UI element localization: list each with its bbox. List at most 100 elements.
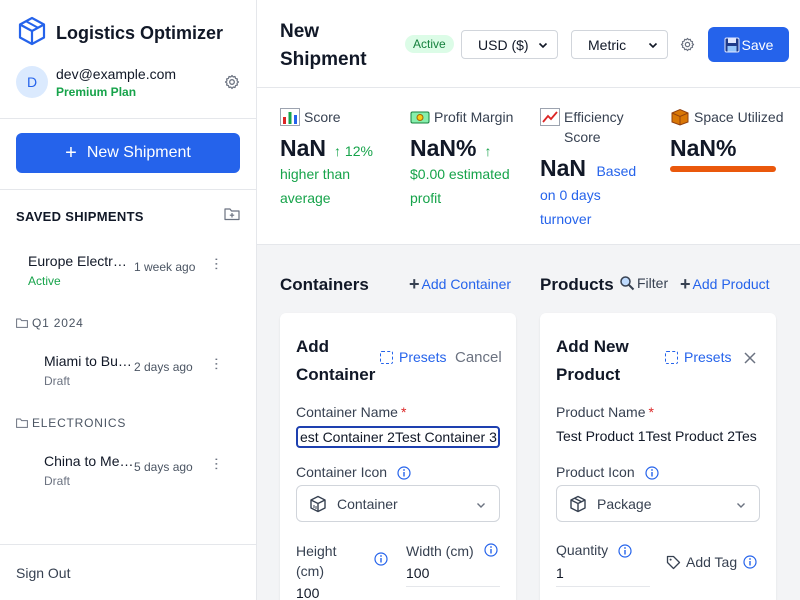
info-icon[interactable]: [743, 555, 757, 569]
add-product-button[interactable]: + Add Product: [680, 275, 770, 293]
quantity-label: Quantity: [556, 542, 632, 558]
sidebar: Logistics Optimizer D dev@example.com Pr…: [0, 0, 257, 600]
products-heading: Products: [540, 275, 614, 294]
folder-q1-2024[interactable]: Q1 2024: [16, 316, 84, 330]
shipment-name: China to Me…: [44, 453, 134, 469]
shipment-item[interactable]: China to Me… Draft 5 days ago ⋯: [44, 453, 274, 493]
container-icon-select[interactable]: Container: [296, 485, 500, 522]
plus-icon: +: [680, 274, 691, 294]
info-icon[interactable]: [618, 544, 632, 558]
settings-gear-icon[interactable]: [224, 74, 240, 95]
container-name-label: Container Name *: [296, 404, 406, 420]
divider: [0, 544, 256, 545]
filter-button[interactable]: Filter: [619, 275, 668, 291]
add-tag-label: Add Tag: [686, 554, 738, 570]
folder-electronics[interactable]: ELECTRONICS: [16, 416, 126, 430]
more-options-icon[interactable]: ⋯: [209, 357, 225, 371]
container-name-label-text: Container Name: [296, 404, 398, 420]
shipment-time: 1 week ago: [134, 260, 196, 274]
close-icon[interactable]: [743, 351, 757, 365]
required-marker: *: [648, 404, 654, 420]
required-marker: *: [400, 404, 407, 420]
height-label: Height (cm): [296, 543, 337, 579]
divider: [0, 189, 256, 190]
info-icon[interactable]: [484, 543, 498, 557]
height-input[interactable]: 100: [296, 585, 390, 600]
info-icon[interactable]: [397, 466, 411, 480]
more-options-icon[interactable]: ⋯: [209, 457, 225, 471]
presets-label: Presets: [684, 349, 732, 365]
quantity-input[interactable]: 1: [556, 565, 650, 587]
width-input[interactable]: 100: [406, 565, 500, 587]
currency-select[interactable]: USD ($): [461, 30, 558, 59]
add-container-button[interactable]: + Add Container: [409, 275, 511, 293]
avatar[interactable]: D: [16, 66, 48, 98]
info-icon[interactable]: [644, 466, 659, 480]
add-container-card: Add Container Presets Cancel Container N…: [280, 313, 516, 600]
space-progress-bar: [670, 166, 776, 172]
new-shipment-button[interactable]: + New Shipment: [16, 133, 240, 173]
shipment-status: Active: [28, 274, 61, 288]
folder-icon: [16, 318, 28, 328]
score-note: higher than average: [280, 166, 351, 206]
currency-value: USD ($): [478, 36, 529, 53]
presets-icon: [380, 350, 393, 364]
saved-heading-label: SAVED SHIPMENTS: [16, 209, 144, 224]
add-product-card: Add New Product Presets Product Name * Te…: [540, 313, 776, 600]
shipment-status: Draft: [44, 474, 71, 488]
settings-gear-icon[interactable]: [680, 37, 695, 57]
magnifier-icon: [620, 276, 635, 291]
workspace: Containers + Add Container Products Filt…: [257, 245, 800, 600]
shipment-name: Europe Electr…: [28, 253, 127, 269]
shipment-time: 2 days ago: [134, 360, 193, 374]
floppy-disk-icon: [724, 37, 740, 52]
container-icon-label-text: Container Icon: [296, 464, 388, 480]
cancel-button[interactable]: Cancel: [455, 349, 502, 366]
shipment-status: Draft: [44, 374, 71, 388]
space-label: Space Utilized: [694, 109, 784, 125]
new-folder-icon[interactable]: [224, 207, 240, 224]
chevron-down-icon: [538, 42, 548, 49]
space-value: NaN%: [670, 135, 737, 161]
plus-icon: +: [409, 274, 420, 294]
more-options-icon[interactable]: ⋯: [209, 257, 225, 271]
presets-button[interactable]: Presets: [380, 349, 446, 365]
product-name-input[interactable]: Test Product 1Test Product 2Tes: [556, 428, 760, 450]
saved-shipments-heading: SAVED SHIPMENTS: [16, 207, 244, 224]
package-icon: [570, 495, 586, 512]
units-value: Metric: [588, 36, 627, 53]
filter-label: Filter: [637, 275, 669, 291]
presets-button[interactable]: Presets: [665, 349, 731, 365]
product-name-label-text: Product Name: [556, 404, 646, 420]
metrics-panel: Score NaN ↑ 12% higher than average Prof…: [257, 89, 800, 245]
efficiency-metric: Efficiency Score NaN Based on 0 days tur…: [540, 107, 660, 231]
shipment-time: 5 days ago: [134, 460, 193, 474]
chevron-down-icon: [648, 42, 658, 49]
sign-out-link[interactable]: Sign Out: [16, 565, 70, 581]
container-icon-label: Container Icon: [296, 464, 411, 480]
new-shipment-label: New Shipment: [86, 144, 191, 161]
product-icon-select[interactable]: Package: [556, 485, 760, 522]
info-icon[interactable]: [374, 552, 388, 566]
container-name-input[interactable]: est Container 2Test Container 3: [296, 426, 500, 448]
package-box-icon: [671, 108, 689, 126]
profit-label: Profit Margin: [434, 109, 514, 125]
status-badge: Active: [405, 35, 454, 53]
plus-icon: +: [65, 142, 77, 164]
folder-icon: [16, 418, 28, 428]
units-select[interactable]: Metric: [571, 30, 668, 59]
tag-icon: [666, 555, 681, 569]
product-icon-value: Package: [597, 495, 652, 512]
cube-logo-icon: [18, 16, 46, 51]
brand[interactable]: Logistics Optimizer: [18, 16, 223, 51]
add-tag-button[interactable]: Add Tag: [666, 554, 757, 570]
shipment-item[interactable]: Europe Electr… Active 1 week ago ⋯: [28, 253, 258, 293]
shipment-item[interactable]: Miami to Bu… Draft 2 days ago ⋯: [44, 353, 274, 393]
score-metric: Score NaN ↑ 12% higher than average: [280, 107, 400, 210]
save-label: Save: [741, 36, 774, 53]
add-product-label: Add Product: [692, 276, 770, 292]
shipment-name: Miami to Bu…: [44, 353, 132, 369]
chevron-down-icon: [477, 503, 485, 508]
product-icon-label-text: Product Icon: [556, 464, 635, 480]
save-button[interactable]: Save: [708, 27, 789, 62]
